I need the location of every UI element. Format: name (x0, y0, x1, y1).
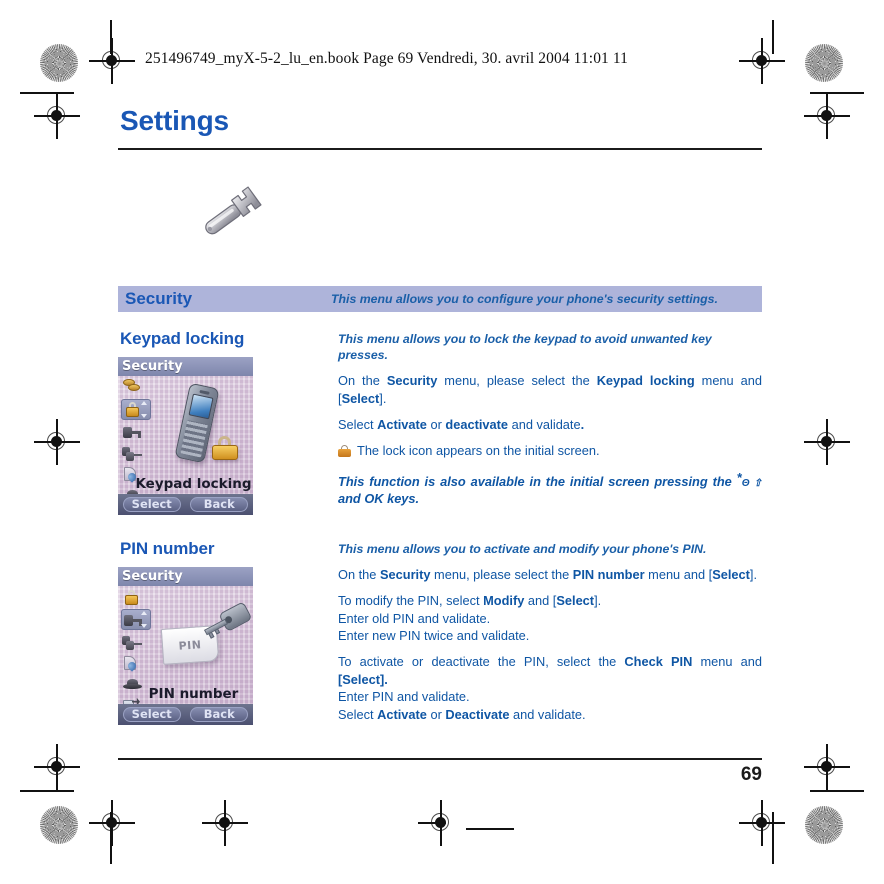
phone-softkey-bar: Select Back (118, 493, 253, 515)
keypad-locking-text-column: This menu allows you to lock the keypad … (338, 329, 762, 515)
softkey-select[interactable]: Select (122, 496, 181, 512)
keypad-locking-lead-text: This menu allows you to lock the keypad … (338, 331, 712, 362)
phone-selected-item-label: PIN number (148, 685, 239, 702)
page-title: Settings (120, 105, 229, 136)
registration-mark-left-middle (34, 419, 80, 465)
registration-mark-bottom-left-inner (89, 800, 135, 846)
pin-number-lead-text: This menu allows you to activate and mod… (338, 541, 707, 556)
phone-title-bar: Security (118, 566, 253, 586)
section-pin-number: PIN number Security PIN PIN number Selec… (118, 539, 762, 732)
pin-number-paragraph-2: To modify the PIN, select Modify and [Se… (338, 593, 602, 644)
title-divider (118, 148, 762, 150)
softkey-select[interactable]: Select (122, 706, 181, 722)
registration-mark-lower-left-corner (34, 744, 80, 790)
two-keys-icon (121, 445, 143, 462)
rosette-mark-top-right (805, 44, 843, 82)
registration-mark-bottom-center-right (202, 800, 248, 846)
registration-mark-upper-right-corner (804, 93, 850, 139)
padlock-icon-selected[interactable] (121, 398, 151, 420)
rosette-mark-bottom-right (805, 806, 843, 844)
trim-line-upper-right-h (810, 92, 864, 94)
subsection-heading-pin-number: PIN number (120, 538, 215, 558)
softkey-back[interactable]: Back (190, 496, 249, 512)
trim-line-top-left (110, 20, 112, 54)
scroll-arrows-icon[interactable] (141, 610, 149, 628)
section-banner-title: Security (125, 288, 193, 308)
chapter-icon-area (118, 178, 762, 270)
key-icon-selected[interactable] (121, 608, 151, 630)
phone-artwork-phone-with-padlock (156, 381, 251, 481)
blood-drop-icon (121, 655, 143, 672)
pin-number-figure-column: PIN number Security PIN PIN number Selec… (118, 539, 338, 732)
section-banner-description: This menu allows you to configure your p… (331, 291, 718, 306)
padlock-icon (121, 588, 143, 605)
rosette-mark-bottom-left (40, 806, 78, 844)
phone-selected-item-label: Keypad locking (135, 475, 252, 492)
registration-mark-upper-left-corner (34, 93, 80, 139)
trim-line-bottom-right (772, 812, 774, 864)
pin-number-paragraph-1: On the Security menu, please select the … (338, 566, 758, 582)
registration-mark-top-left-inner (89, 38, 135, 84)
coins-icon (121, 378, 143, 395)
phone-screenshot-pin-number: Security PIN PIN number Select Back (118, 566, 253, 725)
phone-artwork-key-with-pin-card: PIN (156, 591, 253, 691)
registration-mark-right-middle (804, 419, 850, 465)
pin-number-paragraph-3: To activate or deactivate the PIN, selec… (338, 654, 762, 722)
rosette-mark-top-left (40, 44, 78, 82)
pin-number-text-column: This menu allows you to activate and mod… (338, 539, 762, 732)
keypad-locking-paragraph-1: On the Security menu, please select the … (338, 373, 762, 406)
trim-line-bottom-left (110, 812, 112, 864)
keypad-locking-note: The lock icon appears on the initial scr… (338, 442, 762, 459)
keypad-locking-paragraph-2: Select Activate or deactivate and valida… (338, 416, 585, 432)
trim-line-bottom-center (466, 828, 514, 830)
registration-mark-lower-right-corner (804, 744, 850, 790)
keypad-locking-note-text: The lock icon appears on the initial scr… (357, 443, 600, 459)
trim-line-lower-left-h (20, 790, 74, 792)
wrench-icon (205, 186, 262, 235)
star-key-icon: *Θ ⇧ (736, 469, 763, 489)
section-banner: Security This menu allows you to configu… (118, 285, 762, 312)
keypad-locking-italic-note: This function is also available in the i… (338, 469, 763, 507)
registration-mark-bottom-right-inner (739, 800, 785, 846)
padlock-icon (338, 445, 351, 458)
softkey-back[interactable]: Back (190, 706, 249, 722)
trim-line-top-right (772, 20, 774, 54)
scroll-arrows-icon[interactable] (141, 400, 149, 418)
subsection-heading-keypad-locking: Keypad locking (120, 328, 245, 348)
section-keypad-locking: Keypad locking Security Keypad locking S… (118, 329, 762, 515)
two-keys-icon (121, 634, 143, 651)
key-icon (121, 424, 143, 441)
phone-softkey-bar: Select Back (118, 703, 253, 725)
trim-line-lower-right-h (810, 790, 864, 792)
phone-title-bar: Security (118, 356, 253, 376)
footer-divider (118, 758, 762, 760)
registration-mark-top-right-inner (739, 38, 785, 84)
keypad-locking-figure-column: Keypad locking Security Keypad locking S… (118, 329, 338, 515)
phone-screenshot-keypad-locking: Security Keypad locking Select Back (118, 356, 253, 515)
page-number: 69 (740, 764, 762, 785)
trim-line-upper-left-h (20, 92, 74, 94)
book-slug-line: 251496749_myX-5-2_lu_en.book Page 69 Ven… (145, 50, 628, 67)
page-body: Settings Security This menu allows you t… (118, 105, 762, 732)
registration-mark-bottom-center-left (418, 800, 458, 846)
